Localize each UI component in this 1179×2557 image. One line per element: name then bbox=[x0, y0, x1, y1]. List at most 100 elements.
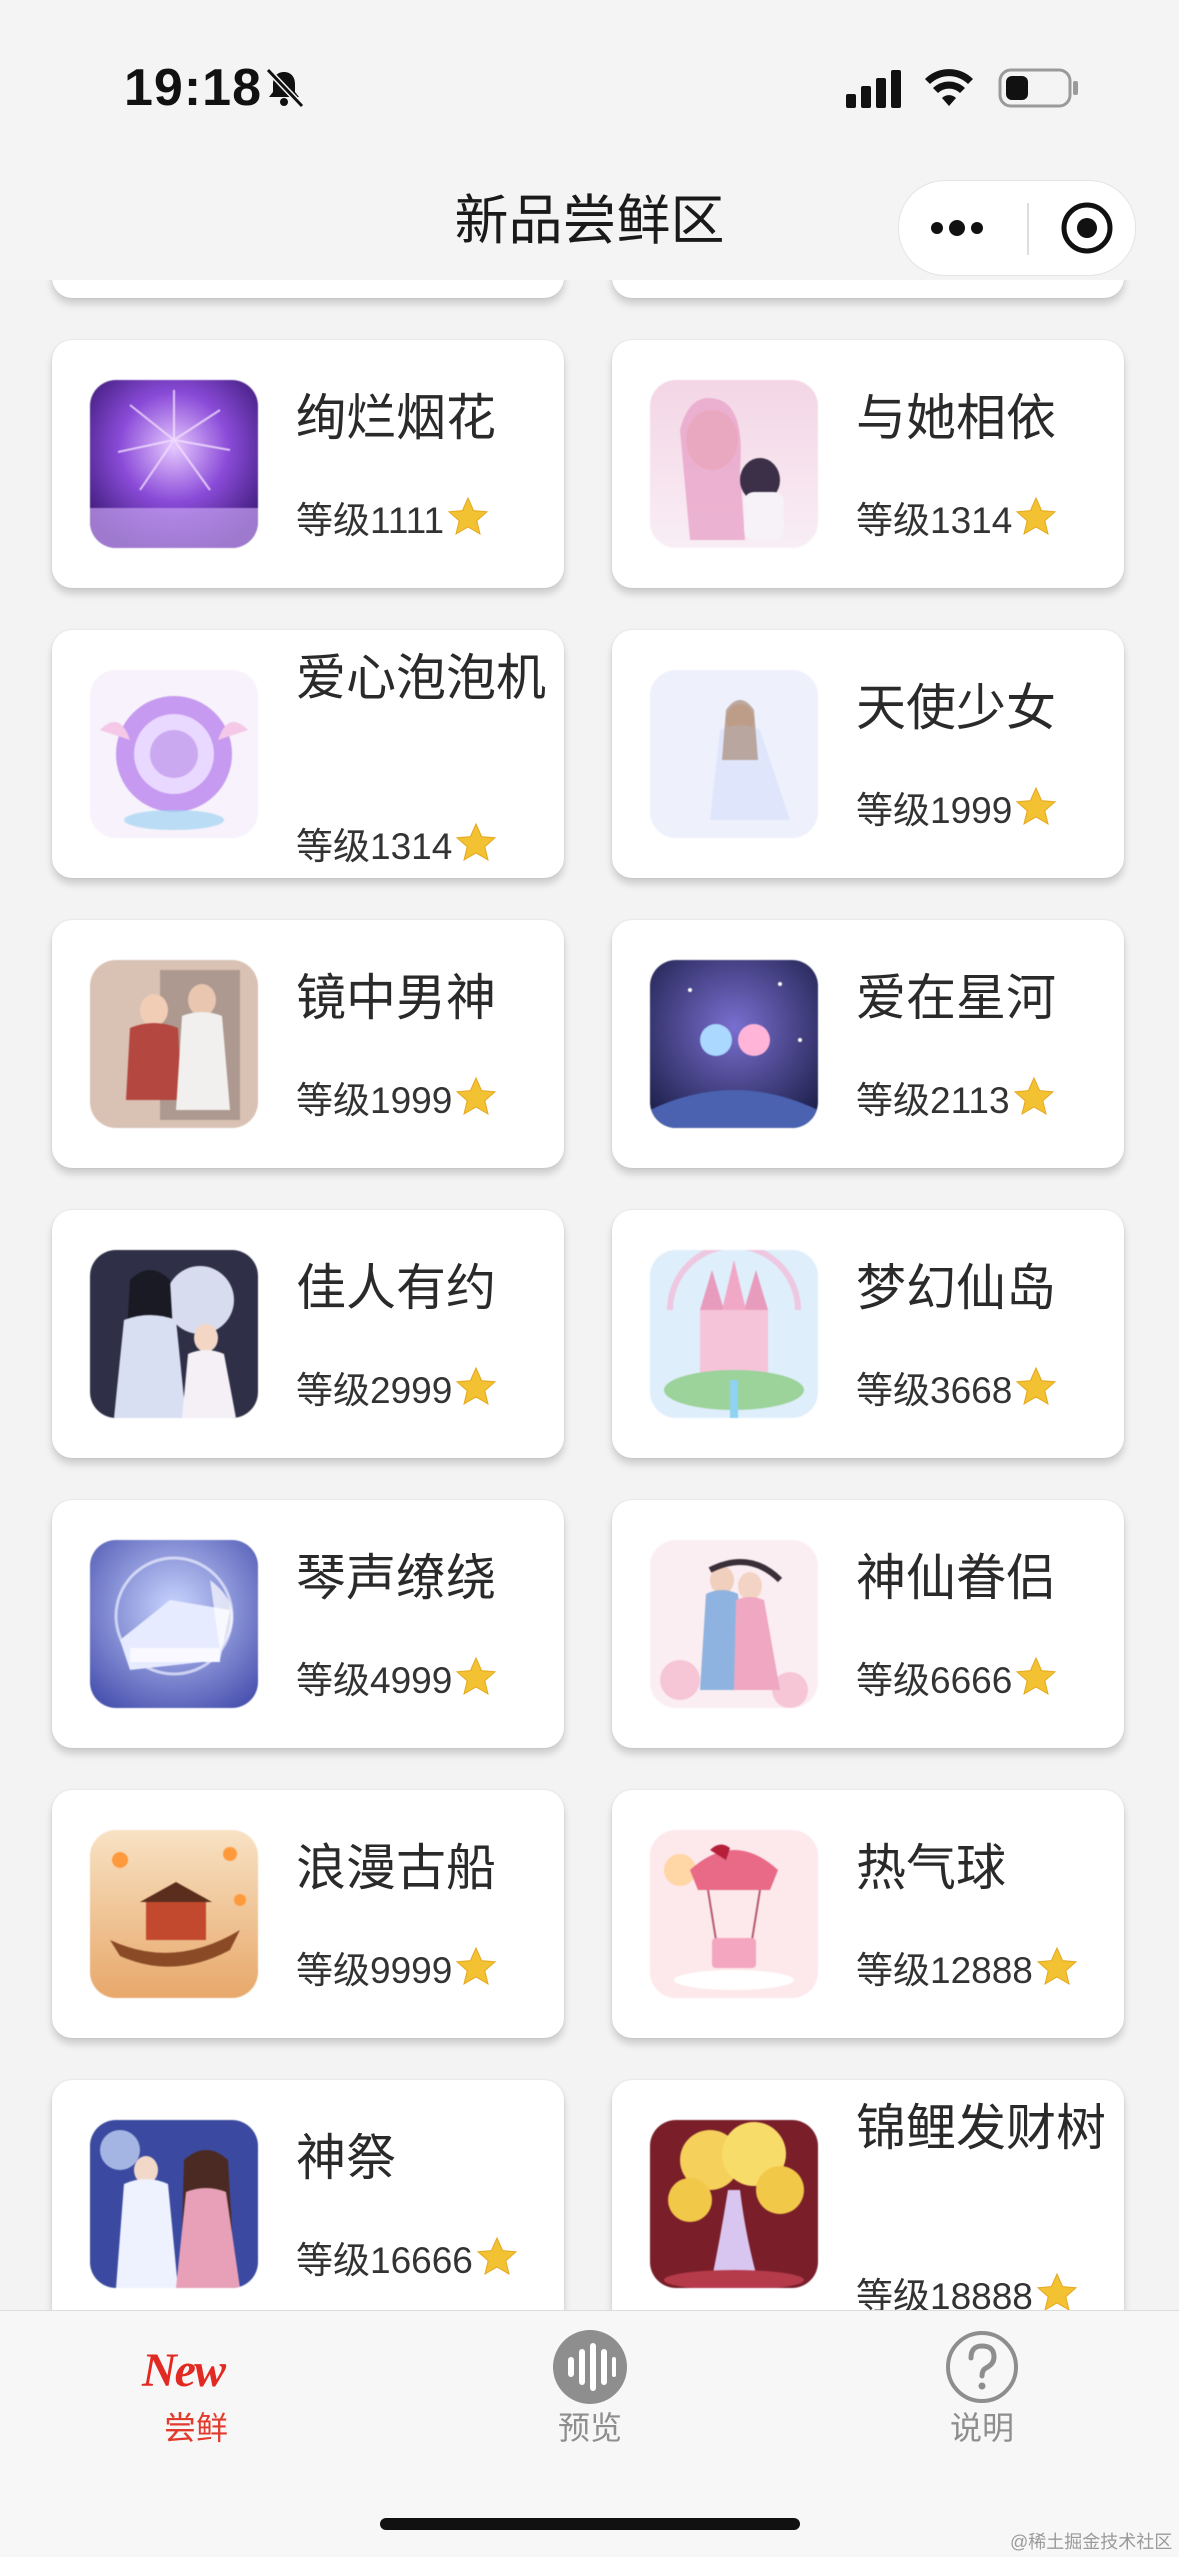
castle-thumbnail bbox=[650, 1250, 818, 1418]
hot-air-balloon-thumbnail bbox=[650, 1830, 818, 1998]
level-text: 等级1111 bbox=[296, 500, 445, 541]
nav-bar: 新品尝鲜区 bbox=[0, 150, 1179, 280]
level-text: 等级6666 bbox=[856, 1660, 1013, 1701]
item-card[interactable]: 天使少女 等级1999 bbox=[612, 630, 1124, 878]
level-text: 等级16666 bbox=[296, 2240, 473, 2281]
level-text: 等级1999 bbox=[856, 790, 1013, 831]
item-card[interactable]: 爱在星河 等级2113 bbox=[612, 920, 1124, 1168]
item-level: 等级12888 bbox=[856, 1940, 1079, 1994]
bell-muted-icon bbox=[265, 67, 305, 109]
item-level: 等级1999 bbox=[296, 1070, 498, 1124]
bubble-machine-thumbnail bbox=[90, 670, 258, 838]
item-card[interactable]: 琴声缭绕 等级4999 bbox=[52, 1500, 564, 1748]
wifi-icon bbox=[925, 69, 973, 106]
item-level: 等级1999 bbox=[856, 780, 1058, 834]
level-text: 等级1999 bbox=[296, 1080, 453, 1121]
waveform-icon bbox=[553, 2330, 627, 2404]
item-title: 浪漫古船 bbox=[296, 1840, 496, 1896]
star-icon bbox=[1016, 1656, 1057, 1696]
item-level: 等级1111 bbox=[296, 490, 490, 544]
item-level: 等级16666 bbox=[296, 2230, 519, 2284]
galaxy-love-thumbnail bbox=[650, 960, 818, 1128]
level-text: 等级12888 bbox=[856, 1950, 1033, 1991]
star-icon bbox=[1016, 496, 1057, 536]
level-text: 等级18888 bbox=[856, 2276, 1033, 2310]
item-title: 爱心泡泡机 bbox=[296, 650, 546, 706]
immortal-couple-thumbnail bbox=[650, 1540, 818, 1708]
tab-taste-new[interactable]: New 尝鲜 bbox=[46, 2311, 346, 2481]
level-text: 等级4999 bbox=[296, 1660, 453, 1701]
new-icon: New bbox=[142, 2344, 226, 2397]
home-indicator[interactable] bbox=[380, 2518, 800, 2530]
tab-label: 说明 bbox=[949, 2410, 1014, 2446]
level-text: 等级1314 bbox=[856, 500, 1013, 541]
star-icon bbox=[456, 1076, 497, 1116]
star-icon bbox=[456, 1366, 497, 1406]
item-title: 镜中男神 bbox=[296, 970, 496, 1026]
fireworks-thumbnail bbox=[90, 380, 258, 548]
battery-icon bbox=[998, 68, 1078, 108]
item-card[interactable]: 梦幻仙岛 等级3668 bbox=[612, 1210, 1124, 1458]
star-icon bbox=[476, 2236, 518, 2276]
item-title: 与她相依 bbox=[856, 390, 1056, 446]
status-time: 19:18 bbox=[124, 59, 262, 117]
item-card[interactable]: 浪漫古船 等级9999 bbox=[52, 1790, 564, 2038]
item-level: 等级2113 bbox=[856, 1070, 1056, 1124]
golden-tree-thumbnail bbox=[650, 2120, 818, 2288]
boat-thumbnail bbox=[90, 1830, 258, 1998]
star-icon bbox=[1016, 786, 1057, 826]
item-card[interactable]: 神祭 等级16666 bbox=[52, 2080, 564, 2310]
mini-program-capsule bbox=[898, 180, 1136, 276]
star-icon bbox=[447, 496, 489, 536]
star-icon bbox=[1016, 1366, 1057, 1406]
item-title: 天使少女 bbox=[856, 680, 1056, 736]
capsule-divider bbox=[1027, 203, 1029, 255]
festival-thumbnail bbox=[90, 2120, 258, 2288]
angel-girl-thumbnail bbox=[650, 670, 818, 838]
item-card[interactable]: 热气球 等级12888 bbox=[612, 1790, 1124, 2038]
item-title: 绚烂烟花 bbox=[296, 390, 496, 446]
mirror-god-thumbnail bbox=[90, 960, 258, 1128]
item-card[interactable]: 与她相依 等级1314 bbox=[612, 340, 1124, 588]
tab-label: 预览 bbox=[557, 2410, 622, 2446]
level-text: 等级2113 bbox=[856, 1080, 1010, 1121]
star-icon bbox=[1036, 2272, 1078, 2310]
item-card[interactable]: 镜中男神 等级1999 bbox=[52, 920, 564, 1168]
item-level: 等级18888 bbox=[856, 2266, 1079, 2310]
item-level: 等级3668 bbox=[856, 1360, 1058, 1414]
star-icon bbox=[456, 822, 497, 862]
item-title: 热气球 bbox=[856, 1840, 1006, 1896]
item-card[interactable]: 锦鲤发财树 等级18888 bbox=[612, 2080, 1124, 2310]
question-icon bbox=[946, 2331, 1018, 2403]
item-card[interactable]: 神仙眷侣 等级6666 bbox=[612, 1500, 1124, 1748]
item-title: 佳人有约 bbox=[296, 1260, 496, 1316]
status-bar: 19:18 bbox=[0, 0, 1179, 150]
item-card[interactable]: 爱心泡泡机 等级1314 bbox=[52, 630, 564, 878]
star-icon bbox=[456, 1656, 497, 1696]
tab-help[interactable]: 说明 bbox=[832, 2311, 1132, 2481]
more-options-button[interactable] bbox=[899, 181, 1015, 275]
level-text: 等级3668 bbox=[856, 1370, 1013, 1411]
more-dots-icon bbox=[931, 220, 983, 236]
item-card[interactable]: 绚烂烟花 等级1111 bbox=[52, 340, 564, 588]
item-card-partial[interactable] bbox=[52, 280, 564, 298]
tab-preview[interactable]: 预览 bbox=[440, 2311, 740, 2481]
item-grid: 绚烂烟花 等级1111 与她相依 等级1314 爱心泡泡机 等级1314 天使少… bbox=[0, 280, 1179, 2310]
item-title: 神祭 bbox=[296, 2130, 396, 2186]
moon-date-thumbnail bbox=[90, 1250, 258, 1418]
item-title: 琴声缭绕 bbox=[296, 1550, 496, 1606]
item-title: 爱在星河 bbox=[856, 970, 1056, 1026]
level-text: 等级9999 bbox=[296, 1950, 453, 1991]
item-card[interactable]: 佳人有约 等级2999 bbox=[52, 1210, 564, 1458]
item-level: 等级4999 bbox=[296, 1650, 498, 1704]
piano-thumbnail bbox=[90, 1540, 258, 1708]
target-close-icon bbox=[1061, 202, 1113, 254]
item-title: 梦幻仙岛 bbox=[856, 1260, 1056, 1316]
star-icon bbox=[1036, 1946, 1078, 1986]
item-card-partial[interactable] bbox=[612, 280, 1124, 298]
level-text: 等级1314 bbox=[296, 826, 453, 867]
close-miniprogram-button[interactable] bbox=[1039, 181, 1135, 275]
item-level: 等级9999 bbox=[296, 1940, 498, 1994]
item-level: 等级1314 bbox=[296, 816, 498, 870]
level-text: 等级2999 bbox=[296, 1370, 453, 1411]
